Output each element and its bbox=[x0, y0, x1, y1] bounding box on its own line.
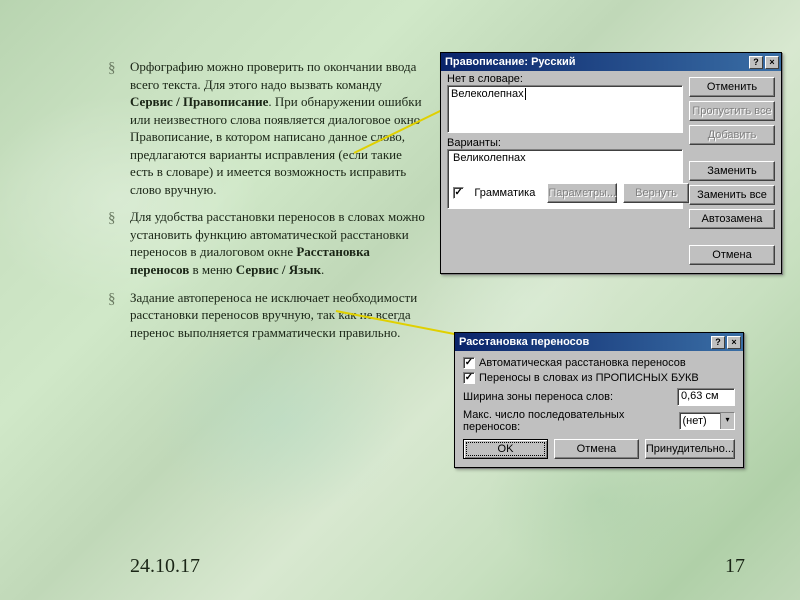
hyphenation-dialog: Расстановка переносов ? × Автоматическая… bbox=[454, 332, 744, 468]
replace-button[interactable]: Заменить bbox=[689, 161, 775, 181]
hyphenation-title: Расстановка переносов bbox=[459, 336, 709, 348]
spelling-titlebar[interactable]: Правописание: Русский ? × bbox=[441, 53, 781, 71]
para1-a: Орфографию можно проверить по окончании … bbox=[130, 59, 416, 92]
not-in-dict-textbox[interactable]: Велеколепнах bbox=[447, 85, 683, 133]
para3: Задание автопереноса не исключает необхо… bbox=[130, 290, 417, 340]
force-button[interactable]: Принудительно... bbox=[645, 439, 735, 459]
footer-date: 24.10.17 bbox=[130, 555, 200, 578]
undo-edit-button[interactable]: Отменить правку bbox=[689, 77, 775, 97]
caps-hyphen-checkbox[interactable] bbox=[463, 372, 475, 384]
para2-a: Для удобства расстановки переносов в сло… bbox=[130, 209, 425, 259]
autocorrect-button[interactable]: Автозамена bbox=[689, 209, 775, 229]
para2-c: в меню bbox=[189, 262, 236, 277]
add-button[interactable]: Добавить bbox=[689, 125, 775, 145]
auto-hyphen-label: Автоматическая расстановка переносов bbox=[479, 357, 686, 369]
zone-input[interactable]: 0,63 см bbox=[677, 388, 735, 406]
bullet-1: Орфографию можно проверить по окончании … bbox=[108, 58, 428, 198]
help-icon[interactable]: ? bbox=[711, 336, 725, 349]
spelling-title: Правописание: Русский bbox=[445, 56, 747, 68]
para1-c: . При обнаружении ошибки или неизвестног… bbox=[130, 94, 422, 197]
params-button[interactable]: Параметры... bbox=[547, 183, 617, 203]
skip-all-button[interactable]: Пропустить все bbox=[689, 101, 775, 121]
not-in-dict-label: Нет в словаре: bbox=[447, 73, 683, 85]
footer-page: 17 bbox=[725, 555, 745, 578]
para1-b: Сервис / Правописание bbox=[130, 94, 268, 109]
bullet-2: Для удобства расстановки переносов в сло… bbox=[108, 208, 428, 278]
bullet-3: Задание автопереноса не исключает необхо… bbox=[108, 289, 428, 342]
misspelled-word: Велеколепнах bbox=[451, 88, 524, 100]
ok-button[interactable]: OK bbox=[463, 439, 548, 459]
hyphenation-titlebar[interactable]: Расстановка переносов ? × bbox=[455, 333, 743, 351]
replace-all-button[interactable]: Заменить все bbox=[689, 185, 775, 205]
chevron-down-icon[interactable]: ▾ bbox=[720, 413, 734, 429]
spelling-dialog: Правописание: Русский ? × Нет в словаре:… bbox=[440, 52, 782, 274]
caps-hyphen-label: Переносы в словах из ПРОПИСНЫХ БУКВ bbox=[479, 372, 699, 384]
revert-button[interactable]: Вернуть bbox=[623, 183, 689, 203]
cancel-button[interactable]: Отмена bbox=[554, 439, 639, 459]
max-select[interactable]: (нет) ▾ bbox=[679, 412, 735, 430]
grammar-checkbox[interactable] bbox=[453, 187, 464, 199]
para2-e: . bbox=[321, 262, 324, 277]
zone-label: Ширина зоны переноса слов: bbox=[463, 391, 613, 403]
grammar-label: Грамматика bbox=[474, 187, 535, 199]
auto-hyphen-checkbox[interactable] bbox=[463, 357, 475, 369]
variants-label: Варианты: bbox=[447, 137, 683, 149]
help-icon[interactable]: ? bbox=[749, 56, 763, 69]
close-icon[interactable]: × bbox=[727, 336, 741, 349]
close-icon[interactable]: × bbox=[765, 56, 779, 69]
variant-item[interactable]: Великолепнах bbox=[451, 152, 679, 164]
cancel-button[interactable]: Отмена bbox=[689, 245, 775, 265]
para2-d: Сервис / Язык bbox=[236, 262, 321, 277]
max-label: Макс. число последовательных переносов: bbox=[463, 409, 679, 433]
